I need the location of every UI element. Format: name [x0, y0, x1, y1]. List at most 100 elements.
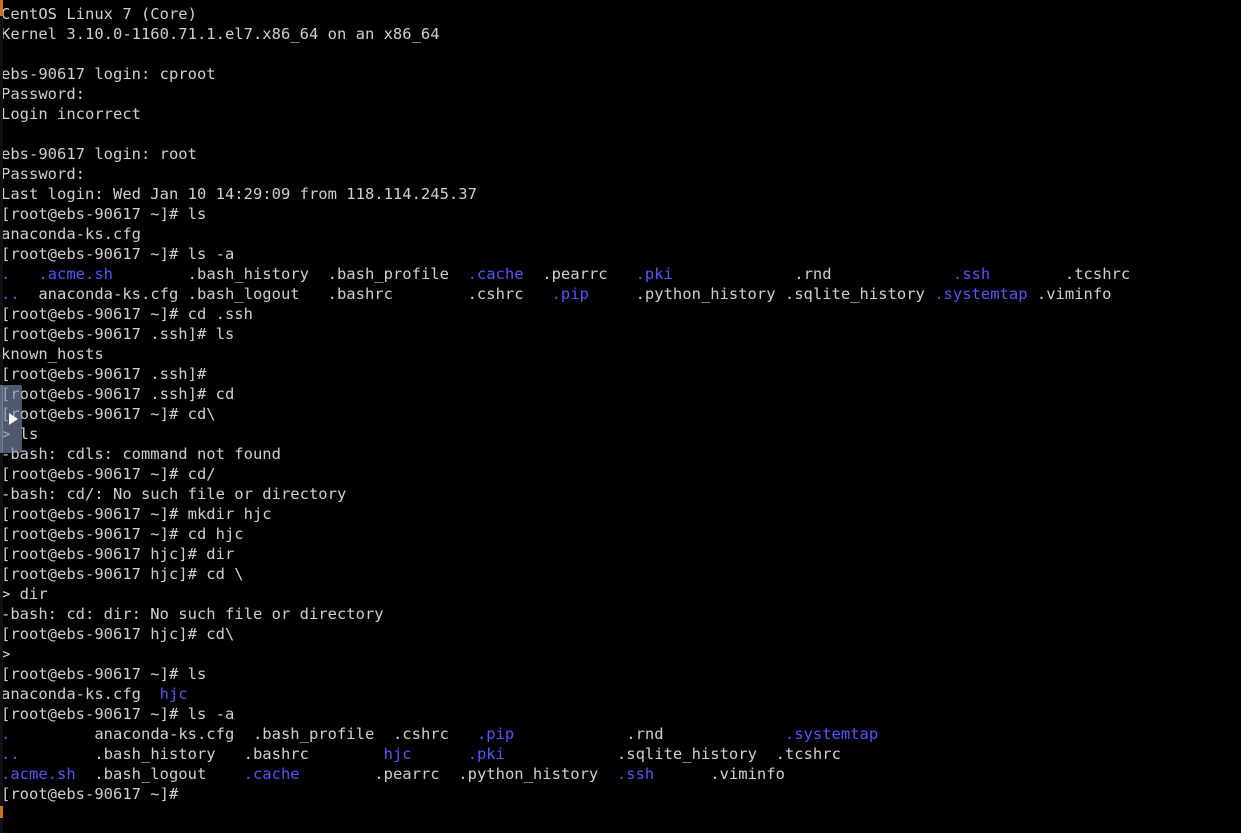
terminal-line: known_hosts: [1, 344, 1241, 364]
terminal-line: [root@ebs-90617 hjc]# cd\: [1, 624, 1241, 644]
terminal-text: Password:: [1, 85, 85, 103]
terminal-text: .python_history .sqlite_history: [588, 285, 935, 303]
terminal-text: -bash: cd: dir: No such file or director…: [1, 605, 384, 623]
terminal-line: . anaconda-ks.cfg .bash_profile .cshrc .…: [1, 724, 1241, 744]
directory-entry: .ssh: [616, 765, 655, 783]
terminal-line: [root@ebs-90617 ~]# cd\: [1, 404, 1241, 424]
terminal-text: [root@ebs-90617 ~]# ls -a: [1, 705, 235, 723]
terminal-line: >: [1, 644, 1241, 664]
terminal-text: [root@ebs-90617 ~]# cd .ssh: [1, 305, 253, 323]
terminal-line: Last login: Wed Jan 10 14:29:09 from 118…: [1, 184, 1241, 204]
terminal-text: anaconda-ks.cfg .bash_profile .cshrc: [10, 725, 477, 743]
terminal-text: known_hosts: [1, 345, 104, 363]
terminal-line: [root@ebs-90617 ~]# cd/: [1, 464, 1241, 484]
scrollbar-marker-top: [0, 0, 3, 16]
terminal-text: [root@ebs-90617 ~]# ls -a: [1, 245, 235, 263]
terminal-line: .. .bash_history .bashrc hjc .pki .sqlit…: [1, 744, 1241, 764]
terminal-line: .acme.sh .bash_logout .cache .pearrc .py…: [1, 764, 1241, 784]
scrollbar-marker-bottom: [0, 806, 3, 818]
terminal-line: [root@ebs-90617 ~]# ls -a: [1, 244, 1241, 264]
terminal-text: .sqlite_history .tcshrc: [504, 745, 841, 763]
terminal-text: Last login: Wed Jan 10 14:29:09 from 118…: [1, 185, 477, 203]
terminal-line: -bash: cd/: No such file or directory: [1, 484, 1241, 504]
directory-entry: .systemtap: [934, 285, 1028, 303]
terminal-line: CentOS Linux 7 (Core): [1, 4, 1241, 24]
terminal-line: [root@ebs-90617 ~]#: [1, 784, 1241, 804]
terminal-text: [root@ebs-90617 ~]# cd hjc: [1, 525, 244, 543]
directory-entry: .acme.sh: [1, 765, 76, 783]
terminal-line: -bash: cdls: command not found: [1, 444, 1241, 464]
terminal-text: .bash_logout: [75, 765, 244, 783]
terminal-line: Password:: [1, 84, 1241, 104]
terminal-line: [root@ebs-90617 .ssh]#: [1, 364, 1241, 384]
directory-entry: .pip: [551, 285, 589, 303]
directory-entry: .acme.sh: [38, 265, 113, 283]
terminal-text: [root@ebs-90617 .ssh]#: [1, 365, 207, 383]
terminal-output: CentOS Linux 7 (Core) Kernel 3.10.0-1160.…: [1, 4, 1241, 804]
terminal-line: [root@ebs-90617 ~]# ls -a: [1, 704, 1241, 724]
terminal-line: Login incorrect: [1, 104, 1241, 124]
terminal-text: Password:: [1, 165, 85, 183]
terminal-text: [root@ebs-90617 hjc]# dir: [1, 545, 235, 563]
terminal-line: [root@ebs-90617 ~]# cd .ssh: [1, 304, 1241, 324]
terminal-line: ebs-90617 login: root: [1, 144, 1241, 164]
terminal-line: [root@ebs-90617 ~]# ls: [1, 664, 1241, 684]
terminal-text: anaconda-ks.cfg: [1, 225, 141, 243]
terminal-line: [root@ebs-90617 ~]# ls: [1, 204, 1241, 224]
terminal-text: [root@ebs-90617 ~]#: [1, 785, 179, 803]
terminal-screen[interactable]: CentOS Linux 7 (Core) Kernel 3.10.0-1160.…: [0, 0, 1241, 833]
terminal-line: .. anaconda-ks.cfg .bash_logout .bashrc …: [1, 284, 1241, 304]
directory-entry: .ssh: [952, 265, 991, 283]
directory-entry: .systemtap: [784, 725, 879, 743]
terminal-line: [root@ebs-90617 hjc]# cd \: [1, 564, 1241, 584]
terminal-text: [root@ebs-90617 ~]# mkdir hjc: [1, 505, 272, 523]
terminal-text: .viminfo: [1027, 285, 1112, 303]
terminal-line: [root@ebs-90617 hjc]# dir: [1, 544, 1241, 564]
terminal-text: ebs-90617 login: root: [1, 145, 197, 163]
directory-entry: .pip: [476, 725, 515, 743]
terminal-text: Login incorrect: [1, 105, 141, 123]
terminal-text: [root@ebs-90617 hjc]# cd\: [1, 625, 235, 643]
terminal-line: [root@ebs-90617 .ssh]# cd: [1, 384, 1241, 404]
terminal-text: [root@ebs-90617 .ssh]# cd: [1, 385, 235, 403]
terminal-line: [root@ebs-90617 ~]# cd hjc: [1, 524, 1241, 544]
terminal-line: > dir: [1, 584, 1241, 604]
terminal-line: anaconda-ks.cfg: [1, 224, 1241, 244]
terminal-line: anaconda-ks.cfg hjc: [1, 684, 1241, 704]
terminal-text: .pearrc: [523, 265, 636, 283]
directory-entry: .cache: [243, 765, 300, 783]
terminal-text: [root@ebs-90617 ~]# cd\: [1, 405, 216, 423]
directory-entry: .cache: [467, 265, 524, 283]
playback-overlay[interactable]: [2, 385, 22, 453]
directory-entry: hjc: [383, 745, 412, 763]
terminal-text: > dir: [1, 585, 48, 603]
terminal-line: . .acme.sh .bash_history .bash_profile .…: [1, 264, 1241, 284]
terminal-text: .rnd: [672, 265, 953, 283]
terminal-text: .bash_history .bashrc: [19, 745, 384, 763]
directory-entry: ..: [1, 285, 20, 303]
terminal-text: ebs-90617 login: cproot: [1, 65, 216, 83]
terminal-text: .rnd: [514, 725, 785, 743]
terminal-text: .viminfo: [654, 765, 785, 783]
terminal-text: .bash_history .bash_profile: [113, 265, 468, 283]
terminal-text: anaconda-ks.cfg: [1, 685, 160, 703]
terminal-text: [root@ebs-90617 hjc]# cd \: [1, 565, 244, 583]
directory-entry: ..: [1, 745, 20, 763]
terminal-text: Kernel 3.10.0-1160.71.1.el7.x86_64 on an…: [1, 25, 440, 43]
terminal-text: anaconda-ks.cfg .bash_logout .bashrc .cs…: [19, 285, 552, 303]
terminal-line: Kernel 3.10.0-1160.71.1.el7.x86_64 on an…: [1, 24, 1241, 44]
terminal-text: [root@ebs-90617 ~]# ls: [1, 205, 207, 223]
terminal-text: -bash: cd/: No such file or directory: [1, 485, 347, 503]
terminal-text: .pearrc .python_history: [299, 765, 617, 783]
terminal-text: .tcshrc: [990, 265, 1131, 283]
directory-entry: hjc: [159, 685, 188, 703]
terminal-text: -bash: cdls: command not found: [1, 445, 281, 463]
terminal-text: CentOS Linux 7 (Core): [1, 5, 197, 23]
directory-entry: .pki: [467, 745, 505, 763]
terminal-text: [root@ebs-90617 ~]# cd/: [1, 465, 216, 483]
play-icon[interactable]: [8, 413, 18, 425]
